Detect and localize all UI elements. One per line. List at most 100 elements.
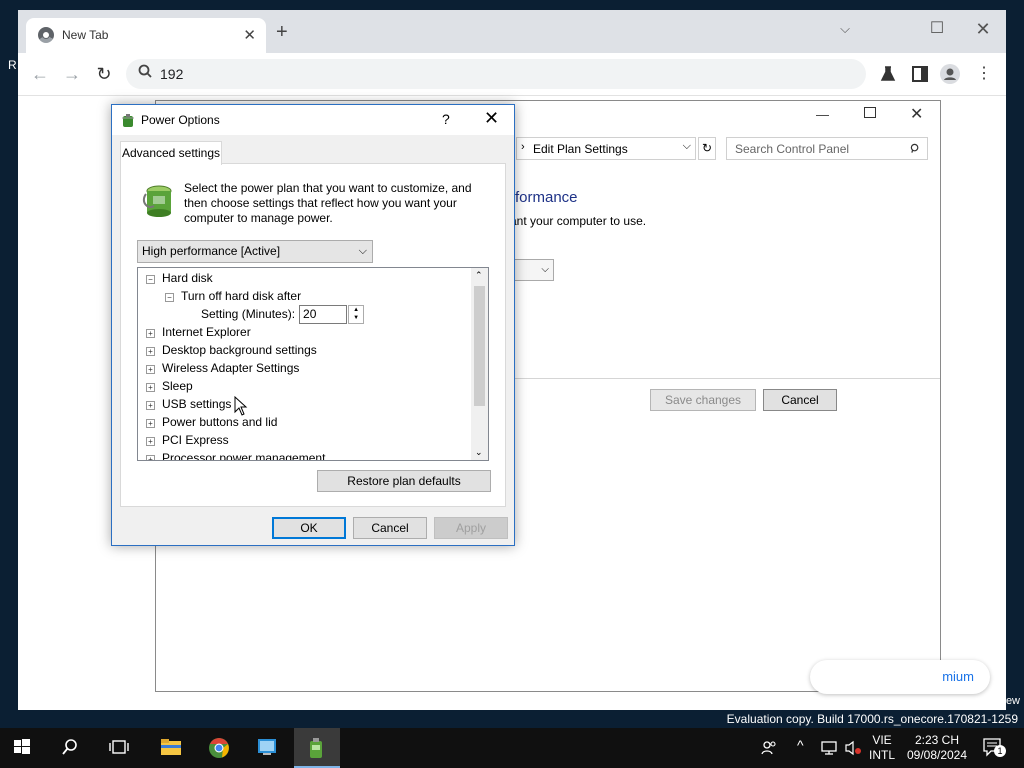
tab-search-chevron-icon[interactable]: ⌵ (830, 16, 860, 42)
evaluation-watermark: Evaluation copy. Build 17000.rs_onecore.… (726, 712, 1018, 726)
breadcrumb[interactable]: › Edit Plan Settings ⌵ (516, 137, 696, 160)
maximize-icon[interactable]: ☐ (922, 16, 952, 42)
dialog-description: Select the power plan that you want to c… (184, 181, 472, 225)
help-icon[interactable]: ? (442, 111, 450, 127)
search-input[interactable]: Search Control Panel (726, 137, 928, 160)
close-icon[interactable]: ✕ (968, 16, 998, 42)
taskbar-power-options[interactable] (294, 728, 340, 768)
expand-icon[interactable]: + (146, 329, 155, 338)
back-arrow-icon[interactable]: ← (28, 62, 52, 86)
tab-close-icon[interactable]: ✕ (243, 26, 256, 44)
taskbar-search-button[interactable] (48, 728, 94, 768)
labs-flask-icon[interactable] (878, 64, 898, 84)
tree-item-internet-explorer[interactable]: + Internet Explorer (146, 323, 251, 341)
minimize-icon[interactable]: — (816, 107, 829, 122)
refresh-icon[interactable]: ↻ (698, 137, 716, 160)
desktop-label-left: R (8, 58, 17, 72)
scroll-down-icon[interactable]: ⌄ (475, 447, 483, 458)
maximize-icon[interactable] (864, 107, 876, 118)
dialog-titlebar[interactable]: Power Options ? ✕ (112, 105, 514, 135)
tree-item-pci-express[interactable]: + PCI Express (146, 431, 229, 449)
collapse-icon[interactable]: − (165, 293, 174, 302)
side-panel-icon[interactable] (910, 64, 930, 84)
mouse-cursor-icon (234, 396, 248, 416)
breadcrumb-item[interactable]: Edit Plan Settings (533, 142, 628, 156)
tree-item-wireless-adapter[interactable]: + Wireless Adapter Settings (146, 359, 299, 377)
plan-dropdown[interactable]: ⌵ (510, 259, 554, 281)
start-icon (14, 739, 30, 754)
language-code: VIE (872, 733, 892, 747)
network-icon[interactable] (820, 740, 838, 756)
chevron-down-icon: ⌵ (358, 245, 367, 257)
tree-item-hard-disk[interactable]: − Hard disk (146, 269, 213, 287)
collapse-icon[interactable]: − (146, 275, 155, 284)
reload-icon[interactable]: ↻ (92, 62, 116, 86)
browser-toolbar: ← → ↻ 192 ⋮ (18, 53, 1006, 96)
minutes-input[interactable]: 20 (299, 305, 348, 325)
expand-icon[interactable]: + (146, 383, 155, 392)
task-view-button[interactable] (96, 728, 142, 768)
chevron-up-icon[interactable]: ^ (797, 737, 804, 753)
search-icon (138, 64, 152, 78)
profile-avatar-icon[interactable] (940, 64, 960, 84)
expand-icon[interactable]: + (146, 419, 155, 428)
power-options-icon (310, 738, 322, 758)
tree-item-label: Internet Explorer (162, 325, 251, 339)
chevron-down-icon[interactable]: ⌵ (683, 140, 691, 153)
tree-scrollbar[interactable]: ⌃ ⌄ (471, 268, 488, 460)
task-view-icon (109, 740, 129, 754)
kebab-menu-icon[interactable]: ⋮ (974, 64, 994, 84)
taskbar-chrome[interactable] (196, 728, 242, 768)
tree-item-sleep[interactable]: + Sleep (146, 377, 193, 395)
new-tab-button[interactable]: + (276, 22, 288, 42)
forward-arrow-icon[interactable]: → (60, 62, 84, 86)
chrome-favicon-icon (38, 27, 54, 43)
apply-button[interactable]: Apply (434, 517, 508, 539)
expand-icon[interactable]: + (146, 347, 155, 356)
premium-promo-button[interactable]: mium (810, 660, 990, 694)
settings-tree[interactable]: − Hard disk − Turn off hard disk after Set… (137, 267, 489, 461)
tab-advanced-settings[interactable]: Advanced settings (120, 141, 222, 165)
tree-item-usb-settings[interactable]: + USB settings (146, 395, 231, 413)
tree-item-turn-off-hard-disk[interactable]: − Turn off hard disk after (165, 287, 301, 305)
power-plan-select[interactable]: High performance [Active] ⌵ (137, 240, 373, 263)
restore-plan-defaults-button[interactable]: Restore plan defaults (317, 470, 491, 492)
cancel-button[interactable]: Cancel (763, 389, 837, 411)
cancel-button[interactable]: Cancel (353, 517, 427, 539)
address-text: 192 (160, 66, 184, 82)
expand-icon[interactable]: + (146, 455, 155, 460)
keyboard-layout: INTL (868, 748, 895, 762)
scroll-up-icon[interactable]: ⌃ (475, 270, 483, 281)
scrollbar-thumb[interactable] (474, 286, 485, 406)
tree-item-desktop-background[interactable]: + Desktop background settings (146, 341, 317, 359)
expand-icon[interactable]: + (146, 365, 155, 374)
tree-item-label: Wireless Adapter Settings (162, 361, 300, 375)
volume-muted-icon[interactable] (844, 740, 862, 756)
input-language-indicator[interactable]: VIE INTL (866, 733, 898, 763)
close-icon[interactable]: ✕ (484, 108, 499, 129)
tree-item-label: Sleep (162, 379, 193, 393)
taskbar-file-explorer[interactable] (148, 728, 194, 768)
tree-item-processor-power[interactable]: + Processor power management (146, 449, 325, 460)
people-icon[interactable] (760, 739, 778, 757)
desktop-label-right: ew (1005, 695, 1020, 707)
save-changes-button[interactable]: Save changes (650, 389, 756, 411)
clock[interactable]: 2:23 CH 09/08/2024 (904, 733, 970, 763)
expand-icon[interactable]: + (146, 437, 155, 446)
notification-count-badge: 1 (994, 745, 1006, 757)
tree-item-power-buttons[interactable]: + Power buttons and lid (146, 413, 277, 431)
start-button[interactable] (0, 728, 46, 768)
clock-time: 2:23 CH (914, 733, 960, 747)
power-options-icon (122, 114, 134, 127)
address-bar[interactable]: 192 (126, 59, 866, 89)
chrome-icon (209, 738, 229, 758)
action-center-button[interactable]: 1 (982, 737, 1006, 760)
close-icon[interactable]: ✕ (910, 104, 923, 124)
tab-new-tab[interactable]: New Tab ✕ (26, 18, 266, 53)
minutes-spinner[interactable]: ▲ ▼ (348, 305, 365, 325)
expand-icon[interactable]: + (146, 401, 155, 410)
setting-label: Setting (Minutes): (201, 307, 296, 321)
ok-button[interactable]: OK (272, 517, 346, 539)
page-title: rformance (510, 189, 578, 206)
taskbar-control-panel[interactable] (244, 728, 290, 768)
